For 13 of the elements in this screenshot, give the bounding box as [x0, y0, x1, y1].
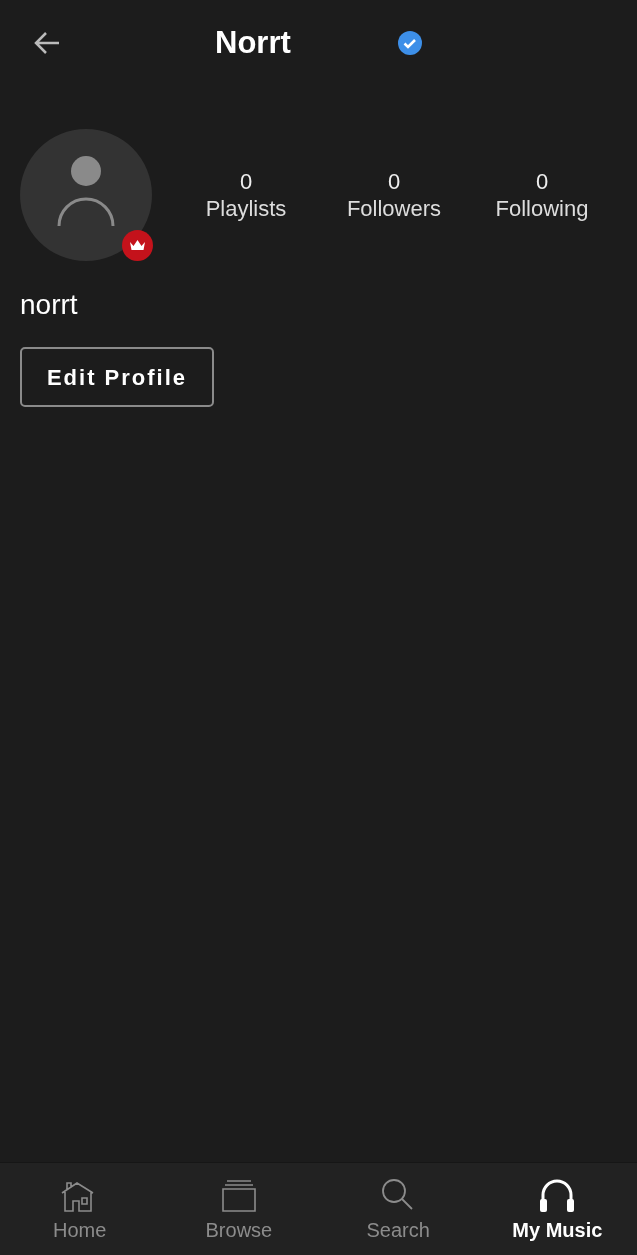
stat-label: Playlists	[205, 194, 287, 223]
stat-label: Followers	[346, 194, 442, 223]
nav-tab[interactable]: My Music	[477, 1163, 637, 1255]
edit-profile-button[interactable]: Edit Profile	[20, 347, 214, 407]
stat-count: 0	[239, 167, 253, 195]
stat-count: 0	[535, 167, 549, 195]
stat-label: Following	[495, 194, 589, 223]
username: norrt	[19, 288, 79, 322]
profile-title: Norrt	[215, 23, 291, 62]
nav-tab[interactable]: Browse	[159, 1163, 319, 1255]
nav-tab[interactable]: Search	[318, 1163, 478, 1255]
nav-tab[interactable]: Home	[0, 1163, 160, 1255]
stat-count: 0	[387, 167, 401, 195]
